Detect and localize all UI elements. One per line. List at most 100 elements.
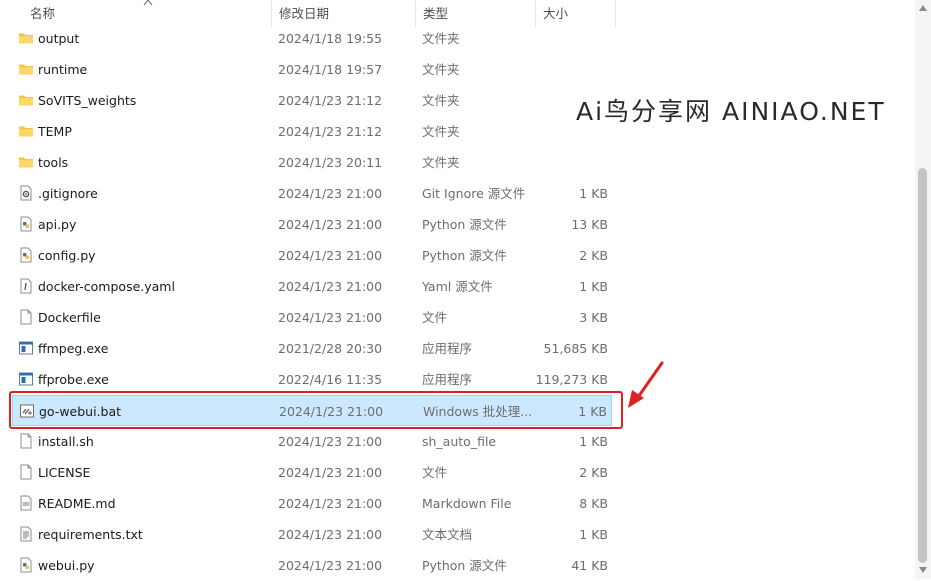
file-type: Git Ignore 源文件 bbox=[422, 186, 526, 201]
file-row[interactable]: webui.py 2024/1/23 21:00 Python 源文件 41 KB bbox=[12, 550, 612, 581]
text-file-icon bbox=[18, 526, 34, 542]
column-header-name-label: 名称 bbox=[30, 6, 56, 21]
file-name: config.py bbox=[38, 248, 96, 263]
watermark-text: Ai鸟分享网 AINIAO.NET bbox=[576, 97, 886, 126]
file-type: 文件夹 bbox=[422, 155, 460, 170]
file-name: LICENSE bbox=[38, 465, 91, 480]
file-name: Dockerfile bbox=[38, 310, 101, 325]
folder-icon bbox=[18, 123, 34, 139]
file-row[interactable]: ffmpeg.exe 2021/2/28 20:30 应用程序 51,685 KB bbox=[12, 333, 612, 364]
file-date: 2024/1/23 21:00 bbox=[278, 496, 383, 511]
file-size: 2 KB bbox=[579, 465, 608, 480]
gear-file-icon bbox=[18, 185, 34, 201]
file-row[interactable]: .gitignore 2024/1/23 21:00 Git Ignore 源文件 1… bbox=[12, 178, 612, 209]
scroll-down-arrow-icon[interactable] bbox=[918, 566, 928, 574]
folder-icon bbox=[18, 154, 34, 170]
file-date: 2024/1/23 20:11 bbox=[278, 155, 383, 170]
file-size: 1 KB bbox=[579, 527, 608, 542]
markdown-file-icon bbox=[18, 495, 34, 511]
file-name: output bbox=[38, 31, 80, 46]
folder-icon bbox=[18, 92, 34, 108]
file-date: 2024/1/23 21:00 bbox=[278, 186, 383, 201]
file-row[interactable]: api.py 2024/1/23 21:00 Python 源文件 13 KB bbox=[12, 209, 612, 240]
file-date: 2024/1/23 21:00 bbox=[278, 217, 383, 232]
python-file-icon bbox=[18, 216, 34, 232]
annotation-arrow-icon bbox=[628, 361, 664, 408]
file-type: Python 源文件 bbox=[422, 558, 507, 573]
scroll-up-arrow-icon[interactable] bbox=[918, 4, 928, 12]
file-date: 2024/1/23 21:12 bbox=[278, 93, 383, 108]
file-date: 2021/2/28 20:30 bbox=[278, 341, 383, 356]
file-row[interactable]: README.md 2024/1/23 21:00 Markdown File 8 K… bbox=[12, 488, 612, 519]
file-row[interactable]: TEMP 2024/1/23 21:12 文件夹 bbox=[12, 116, 612, 147]
file-size: 2 KB bbox=[579, 248, 608, 263]
file-type: Python 源文件 bbox=[422, 217, 507, 232]
file-date: 2024/1/23 21:00 bbox=[278, 434, 383, 449]
file-type: 文件 bbox=[422, 310, 448, 325]
yaml-file-icon bbox=[18, 278, 34, 294]
column-header-type-label: 类型 bbox=[423, 6, 449, 21]
file-name: docker-compose.yaml bbox=[38, 279, 175, 294]
file-row[interactable]: LICENSE 2024/1/23 21:00 文件 2 KB bbox=[12, 457, 612, 488]
highlight-annotation-box bbox=[9, 391, 623, 429]
file-type: Python 源文件 bbox=[422, 248, 507, 263]
folder-icon bbox=[18, 61, 34, 77]
file-date: 2024/1/23 21:00 bbox=[278, 465, 383, 480]
file-size: 1 KB bbox=[579, 434, 608, 449]
file-row[interactable]: docker-compose.yaml 2024/1/23 21:00 Yaml 源… bbox=[12, 271, 612, 302]
blank-file-icon bbox=[18, 464, 34, 480]
file-size: 3 KB bbox=[579, 310, 608, 325]
file-date: 2024/1/23 21:00 bbox=[278, 527, 383, 542]
file-name: webui.py bbox=[38, 558, 95, 573]
blank-file-icon bbox=[18, 433, 34, 449]
file-row[interactable]: config.py 2024/1/23 21:00 Python 源文件 2 KB bbox=[12, 240, 612, 271]
file-size: 13 KB bbox=[571, 217, 608, 232]
file-size: 1 KB bbox=[579, 279, 608, 294]
file-type: 文件 bbox=[422, 465, 448, 480]
file-name: install.sh bbox=[38, 434, 94, 449]
scrollbar-thumb[interactable] bbox=[918, 168, 927, 563]
column-header-date-label: 修改日期 bbox=[279, 6, 330, 21]
file-type: 文件夹 bbox=[422, 124, 460, 139]
file-size: 51,685 KB bbox=[543, 341, 608, 356]
file-type: 文件夹 bbox=[422, 31, 460, 46]
file-name: tools bbox=[38, 155, 69, 170]
file-type: 文件夹 bbox=[422, 93, 460, 108]
column-divider[interactable] bbox=[615, 0, 616, 28]
file-date: 2024/1/23 21:00 bbox=[278, 310, 383, 325]
column-header-size-label: 大小 bbox=[543, 6, 569, 21]
file-row[interactable]: requirements.txt 2024/1/23 21:00 文本文档 1 KB bbox=[12, 519, 612, 550]
file-size: 41 KB bbox=[571, 558, 608, 573]
file-row[interactable]: output 2024/1/18 19:55 文件夹 bbox=[12, 23, 612, 54]
file-name: api.py bbox=[38, 217, 77, 232]
file-row[interactable]: runtime 2024/1/18 19:57 文件夹 bbox=[12, 54, 612, 85]
file-type: Markdown File bbox=[422, 496, 512, 511]
file-date: 2024/1/18 19:57 bbox=[278, 62, 383, 77]
file-name: README.md bbox=[38, 496, 116, 511]
file-name: .gitignore bbox=[38, 186, 98, 201]
folder-icon bbox=[18, 30, 34, 46]
file-row[interactable]: SoVITS_weights 2024/1/23 21:12 文件夹 bbox=[12, 85, 612, 116]
file-name: runtime bbox=[38, 62, 88, 77]
file-date: 2024/1/23 21:00 bbox=[278, 279, 383, 294]
file-type: 文件夹 bbox=[422, 62, 460, 77]
file-date: 2024/1/23 21:00 bbox=[278, 558, 383, 573]
python-file-icon bbox=[18, 557, 34, 573]
file-row[interactable]: Dockerfile 2024/1/23 21:00 文件 3 KB bbox=[12, 302, 612, 333]
file-type: 文本文档 bbox=[422, 527, 473, 542]
file-date: 2024/1/23 21:00 bbox=[278, 248, 383, 263]
exe-icon bbox=[18, 371, 34, 387]
file-name: TEMP bbox=[38, 124, 72, 139]
file-name: ffmpeg.exe bbox=[38, 341, 109, 356]
python-file-icon bbox=[18, 247, 34, 263]
file-date: 2024/1/23 21:12 bbox=[278, 124, 383, 139]
file-row[interactable]: install.sh 2024/1/23 21:00 sh_auto_file 1 K… bbox=[12, 426, 612, 457]
file-size: 8 KB bbox=[579, 496, 608, 511]
file-type: 应用程序 bbox=[422, 341, 473, 356]
file-type: Yaml 源文件 bbox=[422, 279, 493, 294]
sort-ascending-icon bbox=[143, 0, 153, 6]
exe-icon bbox=[18, 340, 34, 356]
blank-file-icon bbox=[18, 309, 34, 325]
file-type: sh_auto_file bbox=[422, 434, 497, 449]
file-row[interactable]: tools 2024/1/23 20:11 文件夹 bbox=[12, 147, 612, 178]
